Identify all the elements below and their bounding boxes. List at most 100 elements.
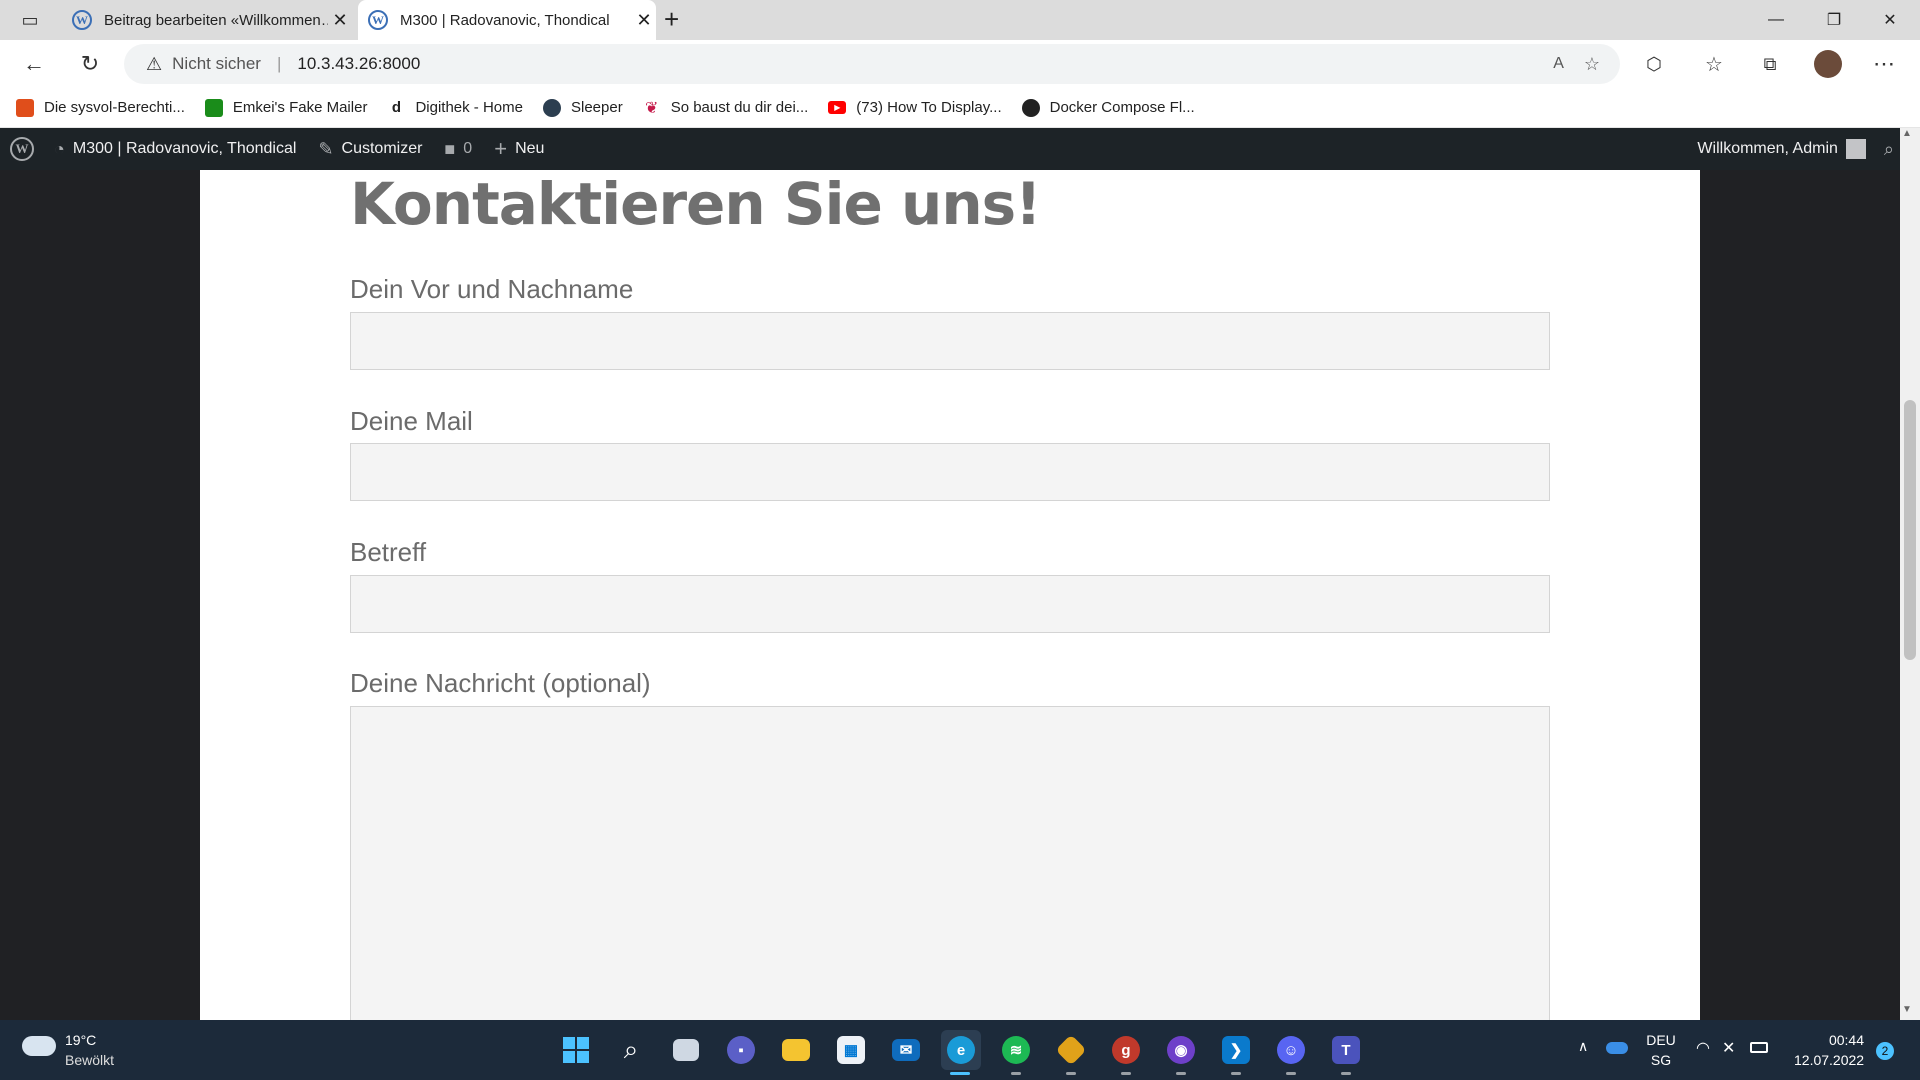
site-name-link[interactable]: ◔ M300 | Radovanovic, Thondical [54,139,296,160]
tab-actions-icon[interactable]: ▭ [12,2,48,38]
mail-icon[interactable]: ✉ [886,1030,926,1070]
security-label[interactable]: Nicht sicher [172,54,261,74]
active-indicator [950,1072,970,1075]
edge-icon[interactable]: e [941,1030,981,1070]
subject-field[interactable] [350,575,1550,633]
volume-muted-icon[interactable]: ✕ [1722,1038,1735,1058]
restore-icon[interactable]: ❐ [1806,0,1862,40]
brush-icon: ✎ [318,138,334,159]
bookmark-youtube[interactable]: ▶ (73) How To Display... [828,99,1002,116]
teams-icon[interactable]: T [1326,1030,1366,1070]
mail-field[interactable] [350,443,1550,501]
tab-title: M300 | Radovanovic, Thondical [400,11,610,29]
subject-label: Betreff [350,537,427,567]
wifi-icon[interactable]: ◠ [1696,1038,1710,1058]
tab-title: Beitrag bearbeiten «Willkommen… [104,11,328,29]
clock-time[interactable]: 00:44 [1794,1032,1864,1048]
search-icon[interactable]: ⌕ [1884,139,1894,160]
extensions-icon[interactable]: ⬡ [1636,46,1672,82]
bookmark-digithek[interactable]: d Digithek - Home [387,99,523,117]
address-bar[interactable]: ⚠ Nicht sicher | 10.3.43.26:8000 A ☆ [124,44,1620,84]
running-indicator [1121,1072,1131,1075]
dashboard-icon: ◔ [54,138,65,159]
task-view-icon[interactable] [666,1030,706,1070]
store-icon[interactable]: ▦ [831,1030,871,1070]
discord-icon[interactable]: ☺ [1271,1030,1311,1070]
read-aloud-icon[interactable]: A [1553,55,1564,73]
bookmark-fake-mailer[interactable]: Emkei's Fake Mailer [204,98,367,117]
wp-admin-bar: W ◔ M300 | Radovanovic, Thondical ✎ Custom… [0,128,1920,170]
user-avatar [1845,139,1866,159]
name-label: Dein Vor und Nachname [350,274,634,304]
region-indicator[interactable]: SG [1646,1052,1676,1068]
account-menu[interactable]: Willkommen, Admin [1697,139,1866,159]
warning-icon: ⚠ [146,53,163,74]
minimize-icon[interactable]: — [1748,0,1804,40]
tab-beitrag-bearbeiten[interactable]: W Beitrag bearbeiten «Willkommen… ✕ [62,0,352,40]
weather-desc[interactable]: Bewölkt [65,1052,114,1068]
digithek-icon: d [391,99,402,116]
url-text[interactable]: 10.3.43.26:8000 [297,54,420,74]
running-indicator [1286,1072,1296,1075]
mail-label: Deine Mail [350,406,473,436]
office-icon [16,98,34,117]
name-field[interactable] [350,312,1550,370]
running-indicator [1011,1072,1021,1075]
bookmark-sleeper[interactable]: Sleeper [542,98,623,117]
more-icon[interactable]: ⋯ [1866,46,1902,82]
scrollbar-thumb[interactable] [1904,400,1916,660]
close-window-icon[interactable]: ✕ [1862,0,1918,40]
close-tab-icon[interactable]: ✕ [632,10,656,31]
notification-badge[interactable]: 2 [1876,1042,1894,1060]
new-content-link[interactable]: + Neu [494,136,544,162]
bookmark-sysvol[interactable]: Die sysvol-Berechti... [16,98,185,117]
new-tab-button[interactable]: + [664,4,679,35]
comments-link[interactable]: ■ 0 [444,139,472,160]
favorites-icon[interactable]: ☆ [1696,46,1732,82]
customizer-link[interactable]: ✎ Customizer [318,139,422,160]
github-desktop-icon[interactable]: ◉ [1161,1030,1201,1070]
weather-temp[interactable]: 19°C [65,1032,96,1048]
git-icon[interactable] [1051,1030,1091,1070]
onedrive-icon[interactable] [1606,1042,1628,1054]
page-title: Kontaktieren Sie uns! [350,170,1042,238]
message-field[interactable] [350,706,1550,1026]
scroll-down-icon[interactable]: ▼ [1902,1004,1912,1015]
bookmark-docker-compose[interactable]: Docker Compose Fl... [1021,98,1195,117]
battery-icon[interactable] [1750,1042,1768,1053]
vscode-icon[interactable]: ❯ [1216,1030,1256,1070]
plus-icon: + [494,136,508,161]
scroll-up-icon[interactable]: ▲ [1902,128,1912,139]
tab-m300[interactable]: W M300 | Radovanovic, Thondical ✕ [358,0,656,40]
cloud-icon[interactable] [22,1036,56,1056]
chevron-up-icon[interactable]: ∧ [1578,1038,1588,1055]
search-icon[interactable]: ⌕ [611,1030,651,1070]
collections-icon[interactable]: ⧉ [1752,46,1788,82]
sleeper-icon [542,98,561,117]
chat-icon[interactable]: ▪ [721,1030,761,1070]
file-explorer-icon[interactable] [776,1030,816,1070]
bookmark-raspberry[interactable]: ❦ So baust du dir dei... [643,99,808,117]
wordpress-icon: W [72,10,92,30]
avatar[interactable] [1814,50,1842,78]
wordpress-icon[interactable]: W [10,137,34,161]
start-icon[interactable] [556,1030,596,1070]
wordpress-icon: W [368,10,388,30]
add-favorite-icon[interactable]: ☆ [1584,54,1600,75]
running-indicator [1231,1072,1241,1075]
running-indicator [1176,1072,1186,1075]
bookmarks-bar: Die sysvol-Berechti... Emkei's Fake Mail… [0,88,1920,128]
language-indicator[interactable]: DEU [1646,1032,1676,1048]
github-icon [1021,98,1040,117]
clock-date[interactable]: 12.07.2022 [1794,1052,1864,1068]
refresh-icon[interactable]: ↻ [72,46,108,82]
back-icon[interactable]: ← [16,46,52,82]
mailer-icon [204,98,223,117]
running-indicator [1066,1072,1076,1075]
youtube-icon: ▶ [828,101,847,114]
close-tab-icon[interactable]: ✕ [328,10,352,31]
raspberry-icon: ❦ [644,99,659,117]
app-g-icon[interactable]: g [1106,1030,1146,1070]
message-label: Deine Nachricht (optional) [350,668,651,698]
spotify-icon[interactable]: ≋ [996,1030,1036,1070]
